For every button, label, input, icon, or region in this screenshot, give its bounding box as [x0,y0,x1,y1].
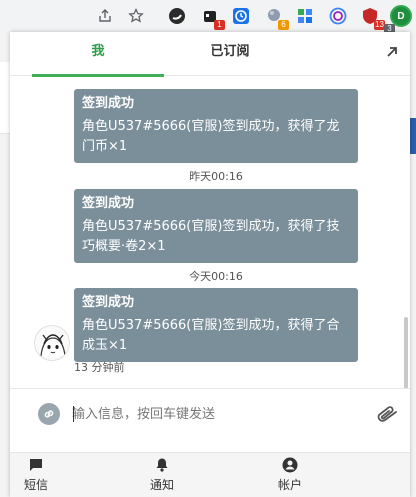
message-title: 签到成功 [82,295,135,310]
message-body: 角色U537#5666(官服)签到成功，获得了技巧概要·卷2×1 [82,219,340,254]
extension-box-icon[interactable]: 3 [367,6,395,34]
background-page-right [410,32,416,497]
background-page-card [0,62,10,134]
account-icon [282,457,298,473]
message-bubble: 签到成功 角色U537#5666(官服)签到成功，获得了龙门币×1 [74,89,358,163]
message-title: 签到成功 [82,96,135,111]
star-icon[interactable] [124,4,148,28]
link-icon[interactable] [38,403,60,425]
message-body: 角色U537#5666(官服)签到成功，获得了合成玉×1 [82,318,340,353]
nav-messages[interactable]: 短信 [6,457,66,495]
tab-subscribed[interactable]: 已订阅 [164,32,296,76]
timestamp: 昨天00:16 [189,170,243,183]
tab-bar: 我 已订阅 [10,32,410,77]
extension-target-icon[interactable] [326,4,350,28]
message-bubble: 签到成功 角色U537#5666(官服)签到成功，获得了合成玉×1 [74,288,358,362]
message-icon [30,459,42,471]
message-body: 角色U537#5666(官服)签到成功，获得了龙门币×1 [82,119,340,154]
nav-account[interactable]: 帐户 [260,457,320,495]
nav-messages-label: 短信 [23,478,48,492]
bottom-nav: 短信 通知 帐户 [10,452,410,497]
profile-avatar[interactable]: D [390,5,412,27]
nav-account-label: 帐户 [277,478,302,492]
extension-history-icon[interactable] [229,4,253,28]
extension-badge: 6 [278,20,289,30]
message-list[interactable]: 签到成功 角色U537#5666(官服)签到成功，获得了龙门币×1 昨天00:1… [10,77,410,388]
popout-arrow-icon[interactable] [384,44,400,60]
text-cursor [73,406,74,422]
extension-moon-icon[interactable] [165,4,189,28]
extension-popup: 我 已订阅 签到成功 角色U537#5666(官服)签到成功，获得了龙门币×1 … [10,32,410,497]
extension-grid-icon[interactable] [293,4,317,28]
sender-avatar [34,325,70,361]
background-page-highlight [410,118,416,154]
timestamp: 今天00:16 [189,270,243,283]
bell-icon [156,458,168,472]
message-bubble: 签到成功 角色U537#5666(官服)签到成功，获得了技巧概要·卷2×1 [74,189,358,263]
nav-notifications-label: 通知 [149,478,174,492]
nav-notifications[interactable]: 通知 [132,457,192,495]
extension-calendar-icon[interactable]: 1 [198,4,225,30]
extension-badge: 1 [214,20,225,30]
compose-bar [10,388,410,452]
share-icon[interactable] [93,4,117,28]
browser-toolbar: 1 6 13 3 D [0,0,416,34]
tab-me[interactable]: 我 [32,32,164,77]
scrollbar[interactable] [404,317,408,388]
relative-time: 13 分钟前 [74,361,125,374]
extension-planet-icon[interactable]: 6 [262,4,289,30]
message-input[interactable] [72,401,362,427]
paperclip-icon[interactable] [374,403,400,425]
message-title: 签到成功 [82,196,135,211]
